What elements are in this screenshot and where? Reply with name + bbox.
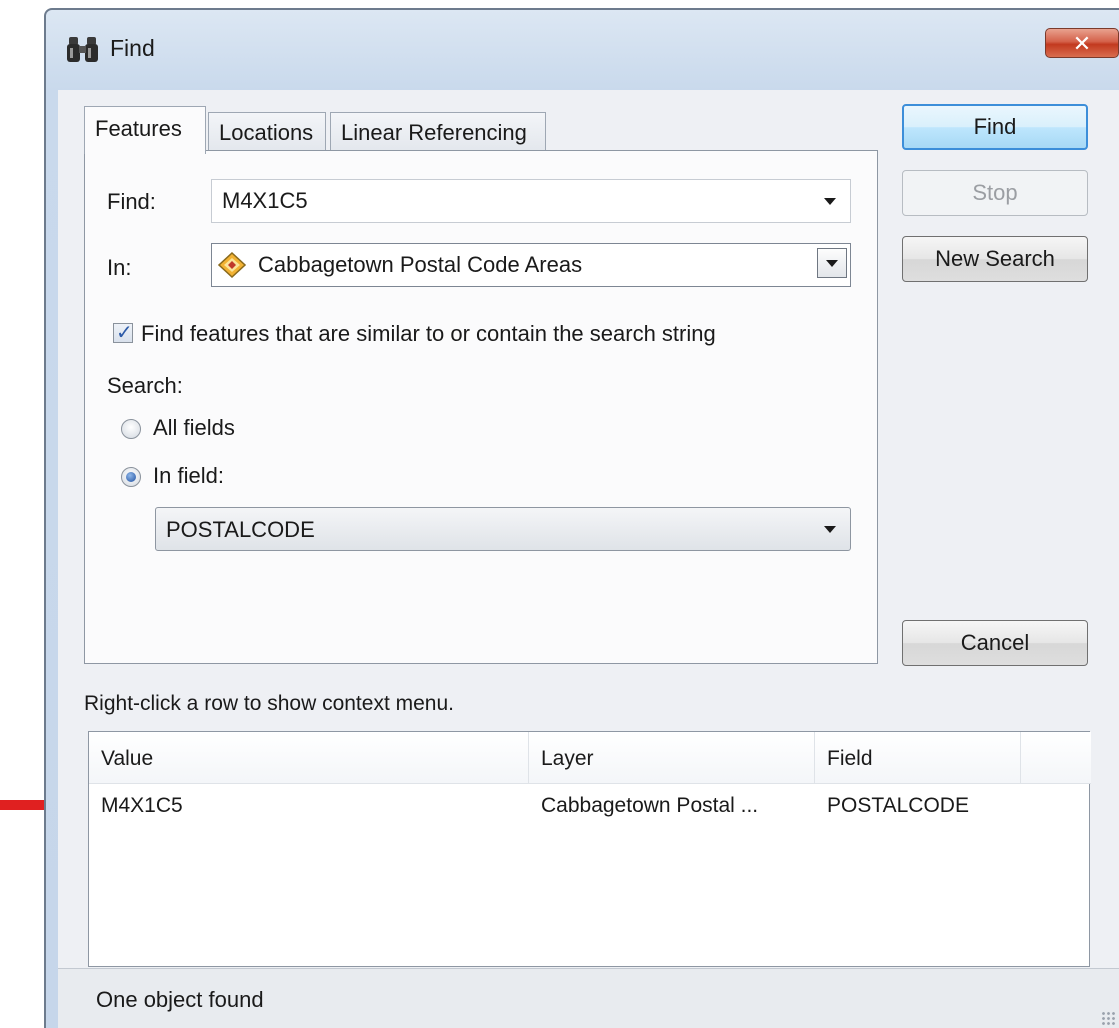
column-header-field-label: Field <box>827 747 873 770</box>
title-bar: Find ✕ <box>46 10 1119 88</box>
radio-all-fields[interactable] <box>121 419 141 439</box>
cell-field: POSTALCODE <box>827 794 969 817</box>
find-button[interactable]: Find <box>902 104 1088 150</box>
close-button[interactable]: ✕ <box>1045 28 1119 58</box>
polygon-layer-icon <box>218 252 246 278</box>
cancel-button-label: Cancel <box>960 630 1030 655</box>
new-search-button-label: New Search <box>935 246 1055 271</box>
find-input-value: M4X1C5 <box>222 188 308 213</box>
binoculars-icon <box>67 37 98 62</box>
tab-linear-referencing[interactable]: Linear Referencing <box>330 112 546 154</box>
checkmark-icon: ✓ <box>116 322 133 344</box>
similar-checkbox-label: Find features that are similar to or con… <box>141 321 716 346</box>
column-header-field[interactable]: Field <box>815 732 1021 784</box>
table-row[interactable]: M4X1C5 Cabbagetown Postal ... POSTALCODE <box>89 784 1089 830</box>
chevron-down-icon <box>824 526 836 533</box>
context-menu-hint: Right-click a row to show context menu. <box>84 692 454 715</box>
resize-grip-icon[interactable] <box>1101 1011 1115 1025</box>
radio-in-field[interactable] <box>121 467 141 487</box>
in-layer-select[interactable]: Cabbagetown Postal Code Areas <box>211 243 851 287</box>
chevron-down-icon <box>824 198 836 205</box>
chevron-down-icon <box>826 260 838 267</box>
tab-linear-referencing-label: Linear Referencing <box>341 120 527 145</box>
column-header-value-label: Value <box>101 747 154 770</box>
close-icon: ✕ <box>1072 31 1092 56</box>
status-bar: One object found <box>58 968 1119 1028</box>
window-title: Find <box>110 35 155 61</box>
column-header-layer[interactable]: Layer <box>529 732 815 784</box>
field-select-value: POSTALCODE <box>166 517 315 542</box>
cancel-button[interactable]: Cancel <box>902 620 1088 666</box>
similar-checkbox[interactable]: ✓ <box>113 322 133 344</box>
results-table[interactable]: Value Layer Field M4X1C5 Cabbagetown Pos… <box>88 731 1091 967</box>
find-input[interactable]: M4X1C5 <box>211 179 851 223</box>
column-header-layer-label: Layer <box>541 747 594 770</box>
column-header-filler <box>1021 732 1091 784</box>
new-search-button[interactable]: New Search <box>902 236 1088 282</box>
dialog-body: Features Locations Linear Referencing Fi… <box>58 90 1119 1028</box>
in-layer-dropdown-button[interactable] <box>817 248 847 278</box>
cell-layer: Cabbagetown Postal ... <box>541 794 759 817</box>
find-label: Find: <box>107 189 156 214</box>
field-select[interactable]: POSTALCODE <box>155 507 851 551</box>
column-header-value[interactable]: Value <box>89 732 529 784</box>
in-layer-value: Cabbagetown Postal Code Areas <box>258 252 583 277</box>
radio-in-field-label: In field: <box>153 463 224 488</box>
features-tab-panel: Find: M4X1C5 In: Cabbagetown Postal Code… <box>84 150 878 664</box>
find-dialog: Find ✕ Features Locations Linear Referen… <box>44 8 1119 1028</box>
tab-features[interactable]: Features <box>84 106 206 154</box>
stop-button-label: Stop <box>972 180 1018 205</box>
search-label: Search: <box>107 373 183 398</box>
tab-locations-label: Locations <box>219 120 314 145</box>
tab-locations[interactable]: Locations <box>208 112 326 154</box>
status-text: One object found <box>96 987 264 1012</box>
tab-features-label: Features <box>95 116 182 141</box>
find-button-label: Find <box>973 114 1017 139</box>
in-label: In: <box>107 255 132 280</box>
stop-button[interactable]: Stop <box>902 170 1088 216</box>
radio-all-fields-label: All fields <box>153 415 235 440</box>
cell-value: M4X1C5 <box>101 794 183 817</box>
